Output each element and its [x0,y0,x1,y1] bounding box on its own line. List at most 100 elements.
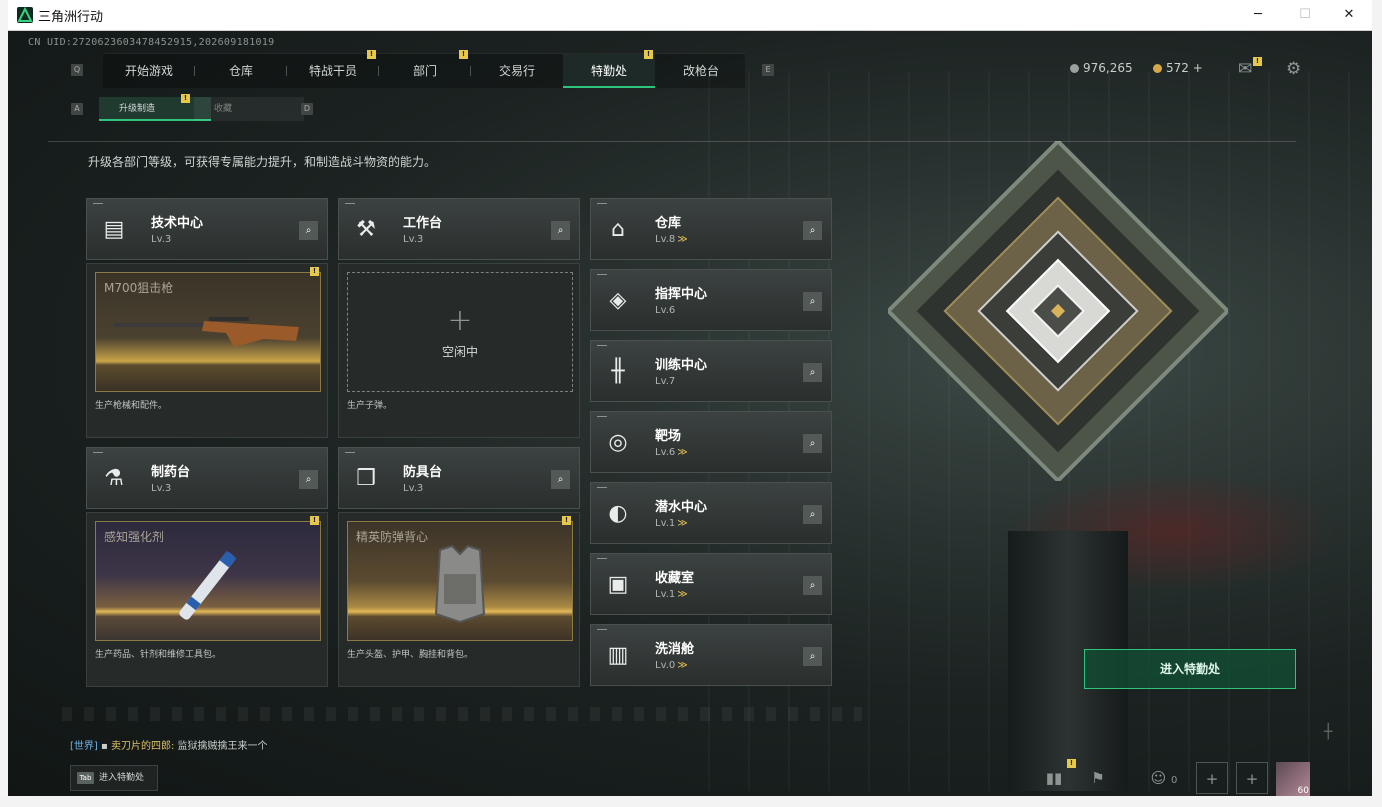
dept-card-command[interactable]: ◈ 指挥中心 Lv.6 ⌕ [590,269,832,331]
enter-special-ops-button[interactable]: 进入特勤处 [1084,649,1296,689]
tab-operators[interactable]: 特战干员 [287,54,379,88]
search-icon[interactable]: ⌕ [551,470,570,489]
game-viewport: CN UID:2720623603478452915,202609181019 … [8,31,1372,796]
subtab-prev-key[interactable]: A [71,103,83,115]
search-icon[interactable]: ⌕ [803,576,822,595]
production-slot[interactable]: 感知强化剂 [95,521,321,641]
target-icon: ◎ [608,430,628,455]
close-button[interactable]: ✕ [1334,4,1364,26]
dept-card-range[interactable]: ◎ 靶场 Lv.6 ≫ ⌕ [590,411,832,473]
tools-icon: ⚒ [356,217,376,242]
dept-card-diving[interactable]: ◐ 潜水中心 Lv.1 ≫ ⌕ [590,482,832,544]
dept-card-warehouse[interactable]: ⌂ 仓库 Lv.8 ≫ ⌕ [590,198,832,260]
dept-level: Lv.7 [655,376,676,387]
app-logo-icon [17,6,33,23]
panel-description: 生产枪械和配件。 [95,401,168,411]
panel-alert-badge: ! [310,267,319,276]
production-panel-pharmacy[interactable]: 感知强化剂 ! 生产药品、针剂和维修工具包。 [86,512,328,687]
search-icon[interactable]: ⌕ [299,221,318,240]
station-card-workbench[interactable]: ⚒ 工作台 Lv.3 ⌕ [338,198,580,260]
production-panel-tech-center[interactable]: M700狙击枪 ! 生产枪械和配件。 [86,263,328,438]
coin-icon [1070,64,1079,73]
tab-warehouse[interactable]: 仓库 [195,54,287,88]
station-level: Lv.3 [403,234,424,245]
tab-key: Tab [77,772,94,784]
maximize-button[interactable]: ☐ [1290,4,1320,26]
station-level: Lv.3 [403,483,424,494]
production-panel-workbench[interactable]: + 空闲中 生产子弹。 [338,263,580,438]
add-currency-button[interactable]: + [1193,61,1203,75]
tab-hint-button[interactable]: Tab 进入特勤处 [70,765,158,791]
upgrade-alert-badge: ! [181,94,190,103]
station-level: Lv.3 [151,234,172,245]
friends-button[interactable]: ☺ 0 [1142,762,1186,794]
departments-alert-badge: ! [459,50,468,59]
stats-icon[interactable]: ▮▮ [1038,762,1070,794]
search-icon[interactable]: ⌕ [803,221,822,240]
diving-mask-icon: ◐ [608,501,628,526]
tab-trading[interactable]: 交易行 [471,54,563,88]
dept-name: 洗消舱 [655,642,695,657]
panel-alert-badge: ! [562,516,571,525]
add-slot-button[interactable]: + [1196,762,1228,794]
dept-card-decontamination[interactable]: ▥ 洗消舱 Lv.0 ≫ ⌕ [590,624,832,686]
dept-level: Lv.6 ≫ [655,447,688,458]
gear-icon[interactable]: ⚙ [1286,59,1301,79]
chat-line[interactable]: [世界] ▪ 卖刀片的四郎: 监狱擒贼擒王来一个 [70,737,268,752]
nav-next-key[interactable]: E [762,64,774,76]
syringe-image [179,550,237,620]
search-icon[interactable]: ⌕ [803,363,822,382]
station-card-armor[interactable]: ❒ 防具台 Lv.3 ⌕ [338,447,580,509]
production-slot[interactable]: 精英防弹背心 [347,521,573,641]
player-level: 60 [1297,786,1309,796]
search-icon[interactable]: ⌕ [803,505,822,524]
chat-channel: [世界] [70,741,98,752]
upgrade-chevron-icon: ≫ [677,234,688,245]
special-ops-alert-badge: ! [644,50,653,59]
panel-description: 生产头盔、护甲、胸挂和背包。 [347,650,474,660]
subtab-collection[interactable]: 收藏 [194,97,304,121]
flag-icon[interactable]: ⚑ [1082,762,1114,794]
station-card-tech-center[interactable]: ▤ 技术中心 Lv.3 ⌕ [86,198,328,260]
item-name: M700狙击枪 [104,281,174,295]
command-icon: ◈ [609,288,627,313]
panel-alert-badge: ! [310,516,319,525]
tab-departments[interactable]: 部门 [379,54,471,88]
minimize-button[interactable]: ─ [1243,4,1273,26]
search-icon[interactable]: ⌕ [803,292,822,311]
camera-icon: ▪ [101,741,108,752]
tab-gunsmith[interactable]: 改枪台 [655,54,747,88]
header-divider [48,141,1296,142]
nav-prev-key[interactable]: Q [71,64,83,76]
dept-name: 指挥中心 [655,287,708,302]
subtab-next-key[interactable]: D [301,103,313,115]
dept-level: Lv.8 ≫ [655,234,688,245]
search-icon[interactable]: ⌕ [299,470,318,489]
operators-alert-badge: ! [367,50,376,59]
station-card-pharmacy[interactable]: ⚗ 制药台 Lv.3 ⌕ [86,447,328,509]
dept-level: Lv.1 ≫ [655,589,688,600]
panel-description: 生产药品、针剂和维修工具包。 [95,650,222,660]
dept-level: Lv.1 ≫ [655,518,688,529]
search-icon[interactable]: ⌕ [803,434,822,453]
tab-special-ops[interactable]: 特勤处 [563,54,655,88]
production-slot[interactable]: M700狙击枪 [95,272,321,392]
add-slot-button[interactable]: + [1236,762,1268,794]
special-ops-cube-artwork [885,138,1231,484]
upgrade-chevron-icon: ≫ [677,518,688,529]
item-name: 精英防弹背心 [356,530,429,544]
tab-start-game[interactable]: 开始游戏 [103,54,195,88]
production-panel-armor[interactable]: 精英防弹背心 ! 生产头盔、护甲、胸挂和背包。 [338,512,580,687]
gold-icon [1153,64,1162,73]
dept-card-training[interactable]: ╫ 训练中心 Lv.7 ⌕ [590,340,832,402]
upgrade-chevron-icon: ≫ [677,447,688,458]
mail-icon[interactable]: ✉ [1238,59,1252,79]
dept-card-collection[interactable]: ▣ 收藏室 Lv.1 ≫ ⌕ [590,553,832,615]
dept-name: 潜水中心 [655,500,708,515]
search-icon[interactable]: ⌕ [551,221,570,240]
production-slot-empty[interactable]: + 空闲中 [347,272,573,392]
search-icon[interactable]: ⌕ [803,647,822,666]
dept-level: Lv.6 [655,305,676,316]
avatar[interactable]: 60 [1276,762,1310,796]
station-name: 制药台 [151,465,191,480]
